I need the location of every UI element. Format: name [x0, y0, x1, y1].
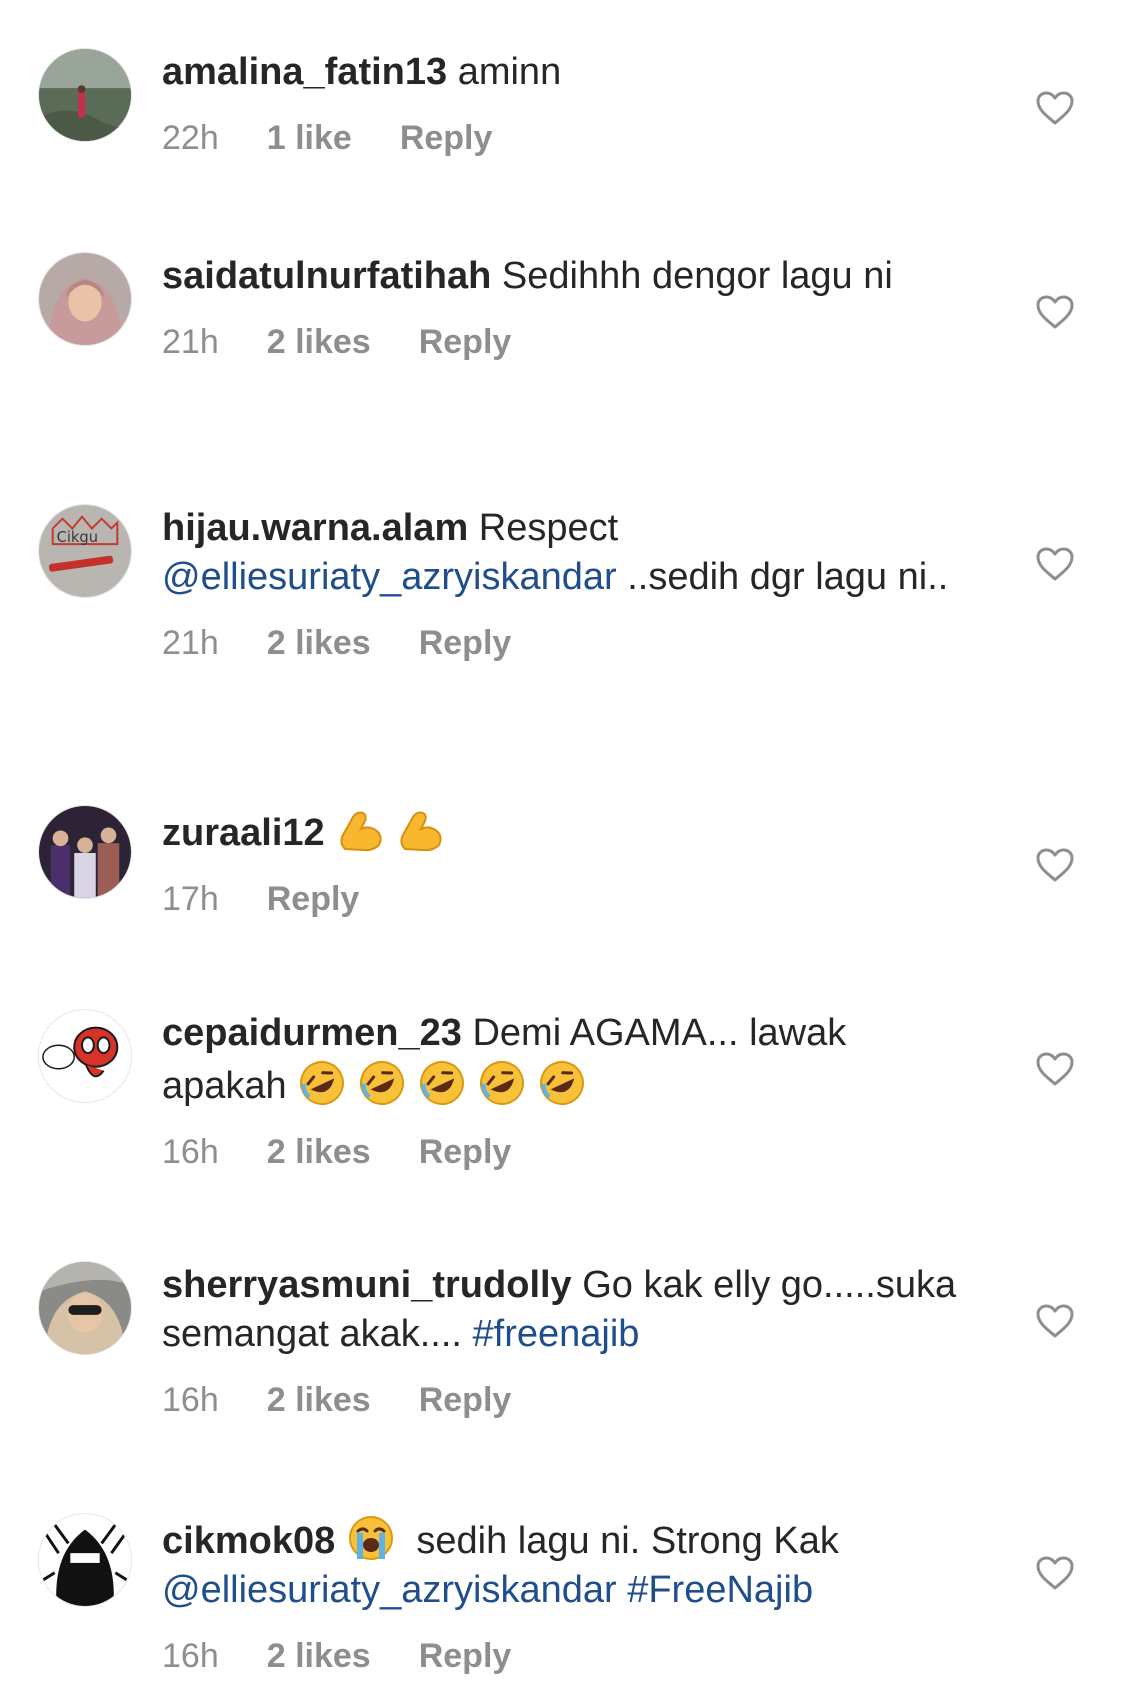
- rolling-on-floor-laughing-emoji: [417, 1058, 467, 1108]
- comment-text: cepaidurmen_23 Demi AGAMA... lawak apaka…: [162, 1009, 972, 1111]
- comment-meta: 21h 2 likes Reply: [162, 322, 972, 362]
- comment-likes[interactable]: 2 likes: [267, 1636, 371, 1676]
- comment-text: cikmok08 sedih lagu ni. Strong Kak @elli…: [162, 1513, 972, 1615]
- avatar-amalina-fatin13[interactable]: [38, 48, 132, 142]
- comment-likes[interactable]: 2 likes: [267, 322, 371, 362]
- comment-likes[interactable]: 2 likes: [267, 1380, 371, 1420]
- comment-time: 17h: [162, 880, 219, 918]
- comment-username[interactable]: cikmok08: [162, 1520, 335, 1562]
- avatar-cepaidurmen-23[interactable]: [38, 1009, 132, 1103]
- reply-button[interactable]: Reply: [419, 623, 512, 663]
- comment-username[interactable]: saidatulnurfatihah: [162, 255, 491, 297]
- comment-text: zuraali12: [162, 805, 972, 858]
- comment-time: 22h: [162, 119, 219, 157]
- reply-button[interactable]: Reply: [400, 118, 493, 158]
- comment-body: sedih lagu ni. Strong Kak: [405, 1520, 839, 1562]
- comment-time: 16h: [162, 1637, 219, 1675]
- comment-body: Sedihhh dengor lagu ni: [491, 255, 893, 297]
- flexed-biceps-emoji: [335, 805, 385, 855]
- comment-time: 16h: [162, 1381, 219, 1419]
- avatar-cikmok08[interactable]: [38, 1513, 132, 1607]
- mention-link[interactable]: @elliesuriaty_azryiskandar: [162, 556, 617, 598]
- comment-meta: 16h 2 likes Reply: [162, 1380, 972, 1420]
- reply-button[interactable]: Reply: [267, 879, 360, 919]
- comment-text: sherryasmuni_trudolly Go kak elly go....…: [162, 1261, 972, 1359]
- comment-text: hijau.warna.alam Respect @elliesuriaty_a…: [162, 504, 972, 602]
- comment-username[interactable]: zuraali12: [162, 812, 325, 854]
- svg-text:Cikgu: Cikgu: [57, 529, 98, 546]
- comment-likes[interactable]: 2 likes: [267, 623, 371, 663]
- heart-outline-icon[interactable]: [1035, 1555, 1075, 1591]
- comment-list: amalina_fatin13 aminn 22h 1 like Reply sai…: [0, 0, 1125, 1704]
- rolling-on-floor-laughing-emoji: [357, 1058, 407, 1108]
- comment-meta: 16h 2 likes Reply: [162, 1636, 972, 1676]
- heart-outline-icon[interactable]: [1035, 1303, 1075, 1339]
- mention-link[interactable]: @elliesuriaty_azryiskandar: [162, 1569, 617, 1611]
- comment-meta: 21h 2 likes Reply: [162, 623, 972, 663]
- avatar-hijau-warna-alam[interactable]: Cikgu: [38, 504, 132, 598]
- comment-username[interactable]: amalina_fatin13: [162, 51, 447, 93]
- comment-text: amalina_fatin13 aminn: [162, 48, 972, 97]
- comment-username[interactable]: hijau.warna.alam: [162, 507, 468, 549]
- flexed-biceps-emoji: [395, 805, 445, 855]
- rolling-on-floor-laughing-emoji: [297, 1058, 347, 1108]
- hashtag-link[interactable]: #FreeNajib: [617, 1569, 813, 1611]
- reply-button[interactable]: Reply: [419, 1380, 512, 1420]
- heart-outline-icon[interactable]: [1035, 1051, 1075, 1087]
- hashtag-link[interactable]: #freenajib: [473, 1313, 640, 1355]
- comment-time: 16h: [162, 1133, 219, 1171]
- avatar-zuraali12[interactable]: [38, 805, 132, 899]
- rolling-on-floor-laughing-emoji: [537, 1058, 587, 1108]
- avatar-sherryasmuni-trudolly[interactable]: [38, 1261, 132, 1355]
- heart-outline-icon[interactable]: [1035, 90, 1075, 126]
- loudly-crying-face-emoji: [346, 1513, 396, 1563]
- comment-meta: 22h 1 like Reply: [162, 118, 972, 158]
- comment-body: ..sedih dgr lagu ni..: [616, 556, 949, 598]
- comment-time: 21h: [162, 624, 219, 662]
- avatar-saidatulnurfatihah[interactable]: [38, 252, 132, 346]
- comment-meta: 17h Reply: [162, 879, 972, 919]
- heart-outline-icon[interactable]: [1035, 847, 1075, 883]
- comment-username[interactable]: sherryasmuni_trudolly: [162, 1264, 572, 1306]
- rolling-on-floor-laughing-emoji: [477, 1058, 527, 1108]
- comment-likes[interactable]: 2 likes: [267, 1132, 371, 1172]
- reply-button[interactable]: Reply: [419, 1636, 512, 1676]
- comment-username[interactable]: cepaidurmen_23: [162, 1012, 462, 1054]
- reply-button[interactable]: Reply: [419, 322, 512, 362]
- comment-text: saidatulnurfatihah Sedihhh dengor lagu n…: [162, 252, 972, 301]
- heart-outline-icon[interactable]: [1035, 546, 1075, 582]
- comment-body: aminn: [447, 51, 562, 93]
- comment-meta: 16h 2 likes Reply: [162, 1132, 972, 1172]
- comment-likes[interactable]: 1 like: [267, 118, 352, 158]
- reply-button[interactable]: Reply: [419, 1132, 512, 1172]
- comment-body: Respect: [468, 507, 619, 549]
- comment-time: 21h: [162, 323, 219, 361]
- heart-outline-icon[interactable]: [1035, 294, 1075, 330]
